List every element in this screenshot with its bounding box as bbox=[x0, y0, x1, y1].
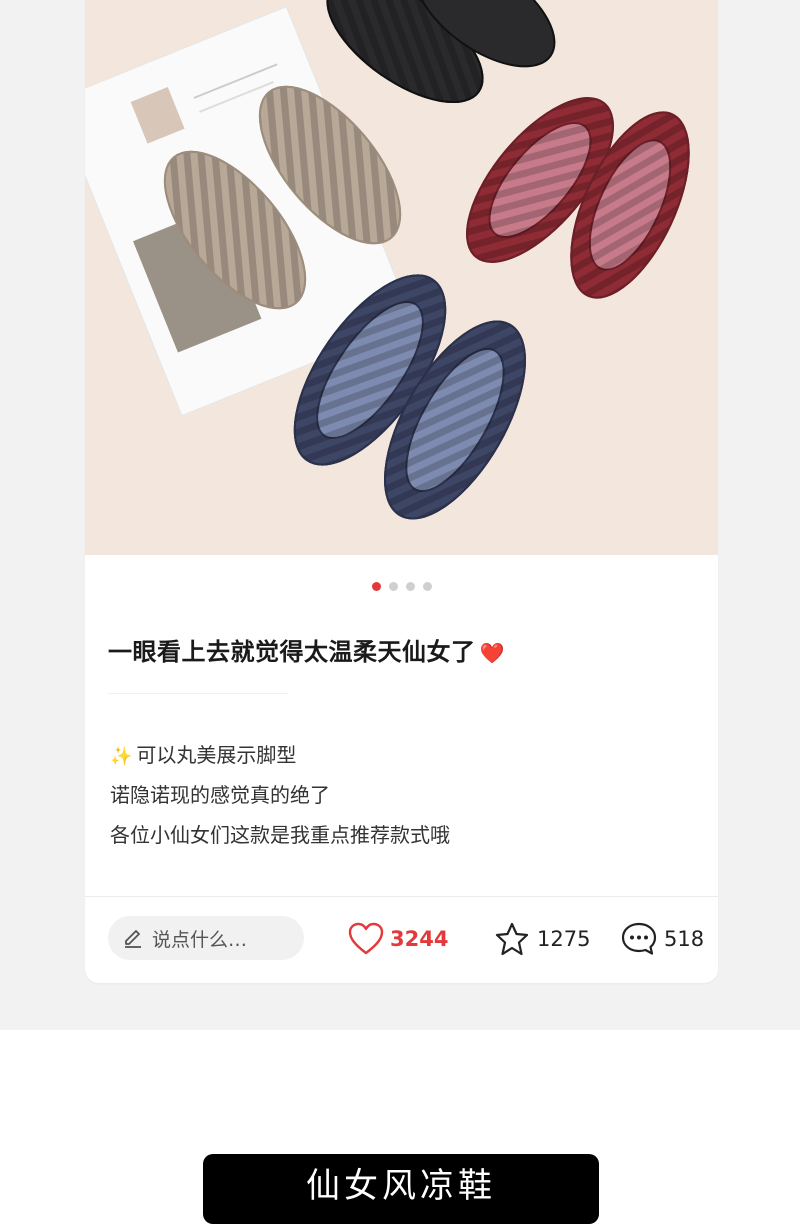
sparkle-icon: ✨ bbox=[110, 746, 133, 767]
post-body-line-3: 各位小仙女们这款是我重点推荐款式哦 bbox=[110, 823, 450, 847]
post-body-line-2: 诺隐诺现的感觉真的绝了 bbox=[110, 783, 330, 807]
star-icon bbox=[495, 922, 529, 956]
title-divider bbox=[108, 693, 288, 694]
post-title: 一眼看上去就觉得太温柔天仙女了 ❤️ bbox=[108, 632, 698, 667]
carousel-dot-3[interactable] bbox=[405, 582, 415, 591]
pencil-icon bbox=[125, 930, 141, 948]
favorite-count: 1275 bbox=[537, 927, 591, 951]
comment-input[interactable]: 说点什么… bbox=[108, 916, 304, 960]
section-banner: 仙女风凉鞋 bbox=[203, 1154, 599, 1224]
heart-emoji-icon: ❤️ bbox=[479, 641, 505, 665]
post-body: ✨ 可以丸美展示脚型 诺隐诺现的感觉真的绝了 各位小仙女们这款是我重点推荐款式哦 bbox=[110, 738, 450, 858]
post-body-line-1: ✨ 可以丸美展示脚型 bbox=[110, 738, 450, 778]
heart-icon bbox=[348, 922, 384, 955]
actions-divider bbox=[85, 896, 718, 897]
favorite-button[interactable]: 1275 bbox=[493, 918, 590, 960]
post-line-text: 可以丸美展示脚型 bbox=[136, 743, 297, 767]
product-photo[interactable] bbox=[85, 0, 718, 555]
comment-bubble-icon bbox=[621, 922, 657, 955]
comment-placeholder: 说点什么… bbox=[152, 928, 248, 951]
carousel-dot-4[interactable] bbox=[422, 582, 432, 591]
like-count: 3244 bbox=[390, 927, 449, 951]
carousel-indicator bbox=[85, 582, 718, 591]
shoes-illustration bbox=[85, 0, 690, 520]
carousel-dot-1[interactable] bbox=[371, 582, 381, 591]
like-button[interactable]: 3244 bbox=[348, 918, 448, 960]
post-card: 一眼看上去就觉得太温柔天仙女了 ❤️ ✨ 可以丸美展示脚型 诺隐诺现的感觉真的绝了 … bbox=[85, 0, 718, 983]
black-shoes bbox=[326, 0, 556, 104]
carousel-dot-2[interactable] bbox=[388, 582, 398, 591]
comments-button[interactable]: 518 bbox=[620, 918, 704, 960]
post-title-text: 一眼看上去就觉得太温柔天仙女了 bbox=[108, 638, 476, 666]
red-shoes bbox=[466, 97, 690, 299]
comment-count: 518 bbox=[664, 927, 705, 951]
